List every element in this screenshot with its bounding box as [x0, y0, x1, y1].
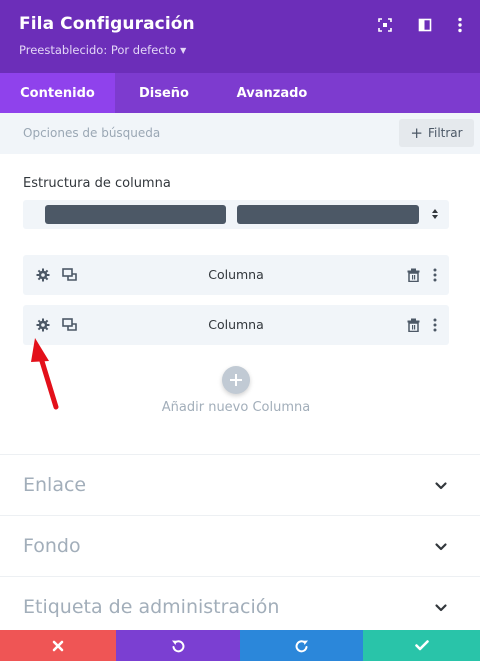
tab-avanzado[interactable]: Avanzado [213, 73, 331, 113]
plus-icon [222, 366, 250, 394]
add-column-label: Añadir nuevo Columna [161, 400, 311, 415]
toggle-label: Enlace [23, 474, 87, 496]
more-vertical-icon[interactable] [427, 267, 443, 283]
toggle-fondo[interactable]: Fondo [0, 515, 480, 576]
column-item[interactable]: Columna [23, 305, 449, 345]
close-icon [52, 640, 64, 651]
check-icon [414, 640, 429, 651]
column-label: Columna [208, 267, 264, 282]
chevron-down-icon [435, 543, 447, 551]
redo-icon [295, 639, 308, 652]
plus-icon: + [410, 123, 423, 142]
more-vertical-icon[interactable] [450, 15, 470, 35]
save-button[interactable] [363, 630, 480, 661]
trash-icon[interactable] [405, 267, 421, 283]
column-item[interactable]: Columna [23, 255, 449, 295]
footer-actions [0, 630, 480, 661]
toggle-etiqueta-administracion[interactable]: Etiqueta de administración [0, 576, 480, 637]
undo-button[interactable] [116, 630, 240, 661]
more-vertical-icon[interactable] [427, 317, 443, 333]
column-label: Columna [208, 317, 264, 332]
filter-label: Filtrar [427, 126, 463, 140]
trash-icon[interactable] [405, 317, 421, 333]
chevron-down-icon [435, 604, 447, 612]
cancel-button[interactable] [0, 630, 116, 661]
settings-header: Fila Configuración Preestablecido: Por d… [0, 0, 480, 73]
search-input[interactable]: Opciones de búsqueda [23, 126, 160, 140]
preset-label: Preestablecido: Por defecto [19, 43, 177, 57]
select-arrows-icon [431, 207, 439, 221]
preset-selector[interactable]: Preestablecido: Por defecto ▼ [19, 43, 186, 57]
tab-contenido[interactable]: Contenido [0, 73, 115, 113]
toggle-label: Fondo [23, 535, 81, 557]
redo-button[interactable] [240, 630, 363, 661]
chevron-down-icon [435, 482, 447, 490]
structure-column-preview [237, 205, 419, 224]
options-search-bar: Opciones de búsqueda + Filtrar [0, 113, 480, 154]
sidebar-toggle-icon[interactable] [415, 15, 435, 35]
tab-bar: Contenido Diseño Avanzado [0, 73, 480, 113]
toggle-enlace[interactable]: Enlace [0, 454, 480, 515]
modal-title: Fila Configuración [19, 14, 195, 34]
toggle-label: Etiqueta de administración [23, 596, 280, 618]
tab-diseno[interactable]: Diseño [115, 73, 213, 113]
focus-icon[interactable] [375, 15, 395, 35]
filter-button[interactable]: + Filtrar [399, 119, 474, 147]
caret-down-icon: ▼ [180, 45, 187, 55]
column-structure-label: Estructura de columna [23, 176, 171, 191]
column-structure-select[interactable] [23, 200, 449, 229]
undo-icon [172, 639, 185, 652]
structure-column-preview [45, 205, 226, 224]
